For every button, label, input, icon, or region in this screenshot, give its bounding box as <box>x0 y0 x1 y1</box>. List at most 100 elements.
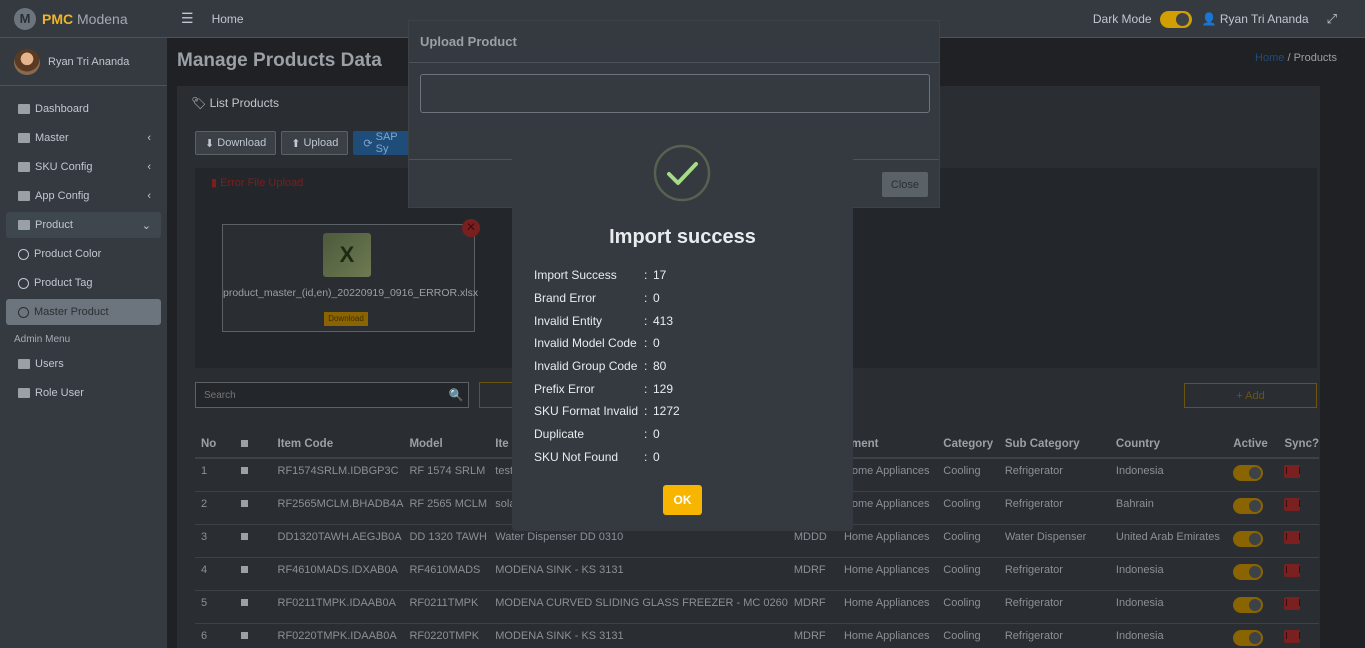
col-active: Active <box>1227 430 1279 459</box>
col-model: Model <box>403 430 490 459</box>
sync-mail-icon <box>1284 497 1301 511</box>
active-toggle <box>1233 497 1264 514</box>
sidebar-item-sku-config[interactable]: SKU Config ‹ <box>6 154 161 180</box>
summary-row: Invalid Model Code:0 <box>534 336 660 351</box>
breadcrumb: Home / Products <box>1255 52 1337 64</box>
sync-mail-icon <box>1284 465 1301 478</box>
summary-row: Prefix Error:129 <box>534 381 674 396</box>
gear-icon <box>18 191 30 201</box>
lock-icon <box>18 388 30 398</box>
admin-menu-header: Admin Menu <box>14 334 71 345</box>
import-success-modal: Import success Import Success:17 Brand E… <box>512 118 853 531</box>
close-button[interactable]: Close <box>881 172 928 197</box>
search-box: 🔍 <box>195 382 469 408</box>
sidebar-item-app-config[interactable]: App Config ‹ <box>6 183 161 209</box>
users-icon <box>18 359 30 369</box>
search-icon[interactable]: 🔍 <box>444 388 468 402</box>
upload-modal-title: Upload Product <box>409 21 939 63</box>
col-category: Category <box>937 430 999 459</box>
row-checkbox <box>241 532 249 540</box>
select-all-checkbox <box>241 439 249 447</box>
sync-mail-icon <box>1284 629 1301 643</box>
success-title: Import success <box>609 226 756 248</box>
summary-row: Brand Error:0 <box>534 291 660 306</box>
user-panel[interactable]: Ryan Tri Ananda <box>0 38 167 86</box>
row-checkbox <box>241 565 249 573</box>
avatar <box>14 48 40 75</box>
col-select[interactable] <box>235 430 272 459</box>
sidebar-item-product-color[interactable]: Product Color <box>6 241 161 267</box>
table-row[interactable]: 4 RF4610MADS.IDXAB0A RF4610MADS MODENA S… <box>195 557 1319 591</box>
file-input[interactable] <box>420 74 930 113</box>
summary-row: Duplicate:0 <box>534 427 660 442</box>
summary-row: Import Success:17 <box>534 268 667 283</box>
active-toggle <box>1233 629 1264 646</box>
sidebar-item-product[interactable]: Product ⌄ <box>6 212 161 238</box>
brand-logo: M <box>14 7 36 30</box>
navbar-right: Dark Mode 👤 Ryan Tri Ananda ⤢ <box>1093 0 1365 38</box>
summary-row: SKU Format Invalid:1272 <box>534 404 680 419</box>
active-toggle <box>1233 530 1264 547</box>
add-button[interactable]: + Add <box>1184 383 1317 408</box>
row-checkbox <box>241 499 249 507</box>
sync-mail-icon <box>1284 563 1301 577</box>
upload-icon: ⬆ <box>291 137 301 150</box>
search-input[interactable] <box>196 383 444 407</box>
file-name: product_master_(id,en)_20220919_0916_ERR… <box>223 287 479 299</box>
breadcrumb-home[interactable]: Home <box>1255 52 1284 64</box>
sidebar-nav: Dashboard Master ‹ SKU Config ‹ App Conf… <box>0 86 167 406</box>
col-no: No <box>195 430 236 459</box>
active-toggle <box>1233 465 1264 481</box>
navbar-user[interactable]: 👤 Ryan Tri Ananda <box>1202 12 1309 26</box>
sidebar-item-master-product[interactable]: Master Product <box>6 299 161 325</box>
tag-icon: 🏷 <box>191 96 207 110</box>
sidebar: M PMC Modena Ryan Tri Ananda Dashboard M… <box>0 0 167 648</box>
ok-button[interactable]: OK <box>663 485 702 515</box>
user-name: Ryan Tri Ananda <box>48 55 130 68</box>
brand-name: PMC Modena <box>42 10 128 27</box>
sidebar-item-dashboard[interactable]: Dashboard <box>6 96 161 122</box>
action-buttons: ⬇ Download ⬆ Upload ⟳ SAP Sy <box>195 131 414 155</box>
summary-row: Invalid Group Code:80 <box>534 359 667 374</box>
sap-sync-button[interactable]: ⟳ SAP Sy <box>353 131 414 155</box>
chevron-left-icon: ‹ <box>147 190 151 202</box>
breadcrumb-current: Products <box>1293 52 1337 64</box>
folder-icon <box>18 133 30 143</box>
table-row[interactable]: 6 RF0220TMPK.IDAAB0A RF0220TMPK MODENA S… <box>195 623 1319 648</box>
download-icon: ⬇ <box>205 137 215 150</box>
file-icon: ▮ <box>211 177 218 189</box>
sidebar-item-users[interactable]: Users <box>6 351 161 377</box>
brand[interactable]: M PMC Modena <box>0 0 167 38</box>
row-checkbox <box>241 631 249 639</box>
fullscreen-icon[interactable]: ⤢ <box>1327 11 1337 27</box>
circle-icon <box>18 306 29 318</box>
nav-home-link[interactable]: Home <box>212 12 244 26</box>
box-icon <box>18 220 30 230</box>
col-item-code: Item Code <box>271 430 404 459</box>
sidebar-item-master[interactable]: Master ‹ <box>6 125 161 151</box>
circle-icon <box>18 277 29 289</box>
chevron-left-icon: ‹ <box>147 132 151 144</box>
remove-file-icon[interactable]: ✕ <box>462 219 480 237</box>
error-file-title: ▮ Error File Upload <box>211 177 304 189</box>
upload-button[interactable]: ⬆ Upload <box>281 131 349 155</box>
dark-mode-toggle[interactable] <box>1159 10 1192 28</box>
dark-mode-label: Dark Mode <box>1092 12 1152 26</box>
download-button[interactable]: ⬇ Download <box>195 131 277 155</box>
sidebar-item-product-tag[interactable]: Product Tag <box>6 270 161 296</box>
circle-icon <box>18 248 29 260</box>
col-sync: Sync? <box>1278 430 1319 459</box>
breadcrumb-separator: / <box>1287 52 1291 64</box>
excel-file-icon: X <box>323 233 371 277</box>
sidebar-item-role-user[interactable]: Role User <box>6 380 161 406</box>
row-checkbox <box>241 598 249 606</box>
sync-mail-icon <box>1284 596 1301 610</box>
table-row[interactable]: 5 RF0211TMPK.IDAAB0A RF0211TMPK MODENA C… <box>195 590 1319 624</box>
active-toggle <box>1233 563 1264 580</box>
page-title: Manage Products Data <box>177 50 382 71</box>
menu-toggle-icon[interactable]: ☰ <box>181 10 194 27</box>
file-download-button[interactable]: Download <box>324 312 368 326</box>
col-country: Country <box>1109 430 1228 459</box>
success-check-icon <box>653 144 711 202</box>
col-sub-category: Sub Category <box>998 430 1110 459</box>
